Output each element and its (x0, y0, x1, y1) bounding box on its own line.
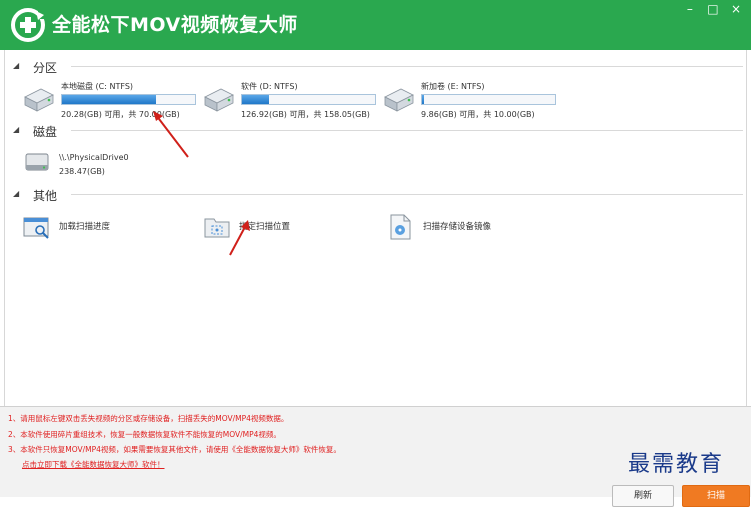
annotation-arrow-icon (153, 111, 189, 158)
app-logo-icon (11, 8, 46, 42)
annotation-arrow-icon (229, 220, 250, 256)
collapse-triangle-icon[interactable]: ◢ (13, 125, 19, 134)
usage-bar-fill (422, 95, 424, 104)
other-section-label: 其他 (33, 189, 58, 203)
close-button[interactable]: × (727, 3, 745, 17)
main-panel: ◢ 分区 本地磁盘 (C: NTFS) 20.28(GB) 可用，共 70.00… (4, 50, 747, 406)
title-bar: 全能松下MOV视频恢复大师 – □ × (0, 0, 751, 50)
partition-capacity: 9.86(GB) 可用，共 10.00(GB) (421, 110, 535, 119)
physical-disk-icon (25, 153, 49, 171)
usage-bar-fill (62, 95, 157, 104)
instruction-note: 2、本软件使用碎片重组技术，恢复一般数据恢复软件不能恢复的MOV/MP4视频。 (8, 430, 281, 439)
specify-scan-location-item[interactable]: 指定扫描位置 (203, 214, 343, 242)
restore-button[interactable]: □ (704, 3, 722, 17)
other-section-header[interactable]: ◢ 其他 (13, 187, 745, 203)
usage-bar (241, 94, 376, 105)
watermark-text: 最需教育 (628, 452, 725, 477)
collapse-triangle-icon[interactable]: ◢ (13, 189, 19, 198)
hard-drive-icon (24, 88, 54, 112)
disk-section-header[interactable]: ◢ 磁盘 (13, 123, 745, 139)
disk-size: 238.47(GB) (59, 167, 105, 176)
scan-device-image-item[interactable]: 扫描存储设备镜像 (387, 214, 547, 242)
partition-item-e[interactable]: 新加卷 (E: NTFS) 9.86(GB) 可用，共 10.00(GB) (381, 81, 566, 121)
window-title: 全能松下MOV视频恢复大师 (52, 14, 298, 36)
partition-name: 新加卷 (E: NTFS) (421, 82, 485, 91)
load-scan-progress-label: 加载扫描进度 (59, 222, 111, 232)
scan-button[interactable]: 扫描 (682, 485, 750, 507)
partition-capacity: 126.92(GB) 可用，共 158.05(GB) (241, 110, 370, 119)
partition-section-label: 分区 (33, 61, 58, 75)
download-link[interactable]: 点击立即下载《全能数据恢复大师》软件！ (22, 459, 165, 470)
instruction-note: 1、请用鼠标左键双击丢失视频的分区或存储设备，扫描丢失的MOV/MP4视频数据。 (8, 414, 289, 423)
refresh-button[interactable]: 刷新 (612, 485, 674, 507)
usage-bar (61, 94, 196, 105)
load-scan-progress-icon (23, 217, 49, 239)
collapse-triangle-icon[interactable]: ◢ (13, 61, 19, 70)
load-scan-progress-item[interactable]: 加载扫描进度 (23, 214, 163, 242)
disk-name: \\.\PhysicalDrive0 (59, 153, 129, 162)
minimize-button[interactable]: – (681, 3, 699, 17)
usage-bar-fill (242, 95, 269, 104)
usage-bar (421, 94, 556, 105)
window-controls: – □ × (681, 0, 745, 17)
scan-device-image-label: 扫描存储设备镜像 (423, 222, 492, 232)
divider (71, 194, 743, 195)
partition-name: 软件 (D: NTFS) (241, 82, 298, 91)
scan-device-image-icon (390, 214, 411, 240)
divider (71, 66, 743, 67)
partition-item-d[interactable]: 软件 (D: NTFS) 126.92(GB) 可用，共 158.05(GB) (201, 81, 386, 121)
partition-name: 本地磁盘 (C: NTFS) (61, 82, 134, 91)
hard-drive-icon (204, 88, 234, 112)
instruction-note: 3、本软件只恢复MOV/MP4视频，如果需要恢复其他文件，请使用《全能数据恢复大… (8, 445, 341, 454)
hard-drive-icon (384, 88, 414, 112)
disk-section-label: 磁盘 (33, 125, 58, 139)
partition-section-header[interactable]: ◢ 分区 (13, 59, 745, 75)
